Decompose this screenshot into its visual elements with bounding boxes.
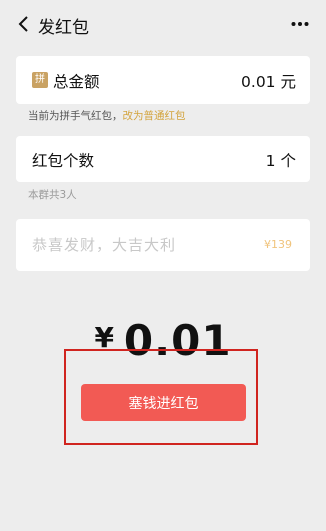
packet-type-hint-text: 当前为拼手气红包， <box>28 110 123 122</box>
total-amount-label: 总金额 <box>53 73 100 91</box>
packet-count-row[interactable]: 红包个数 个 <box>16 136 310 182</box>
packet-count-input[interactable] <box>251 152 276 170</box>
count-unit: 个 <box>280 152 296 170</box>
yuan-unit: 元 <box>280 73 296 91</box>
put-money-in-packet-button[interactable]: 塞钱进红包 <box>81 384 246 421</box>
total-amount-row[interactable]: 拼 总金额 元 <box>16 56 310 104</box>
greeting-row[interactable]: 恭喜发财，大吉大利 ¥139 <box>16 219 310 271</box>
more-dots-icon <box>291 22 309 26</box>
greeting-input[interactable]: 恭喜发财，大吉大利 <box>32 234 176 255</box>
total-amount-value-group: 元 <box>227 70 296 92</box>
more-button[interactable] <box>288 12 312 36</box>
group-member-count: 本群共3人 <box>28 189 77 201</box>
cover-price-tag[interactable]: ¥139 <box>264 238 292 251</box>
chevron-left-icon <box>18 16 28 32</box>
packet-count-label: 红包个数 <box>32 152 95 170</box>
packet-count-value-group: 个 <box>251 149 296 171</box>
total-amount-input[interactable] <box>227 73 276 91</box>
navigation-bar: 发红包 <box>0 0 326 48</box>
lucky-packet-badge: 拼 <box>32 72 48 88</box>
packet-type-hint: 当前为拼手气红包，改为普通红包 <box>28 108 186 123</box>
back-button[interactable] <box>12 12 36 36</box>
switch-to-normal-packet-link[interactable]: 改为普通红包 <box>123 110 186 122</box>
page-title: 发红包 <box>38 18 89 38</box>
